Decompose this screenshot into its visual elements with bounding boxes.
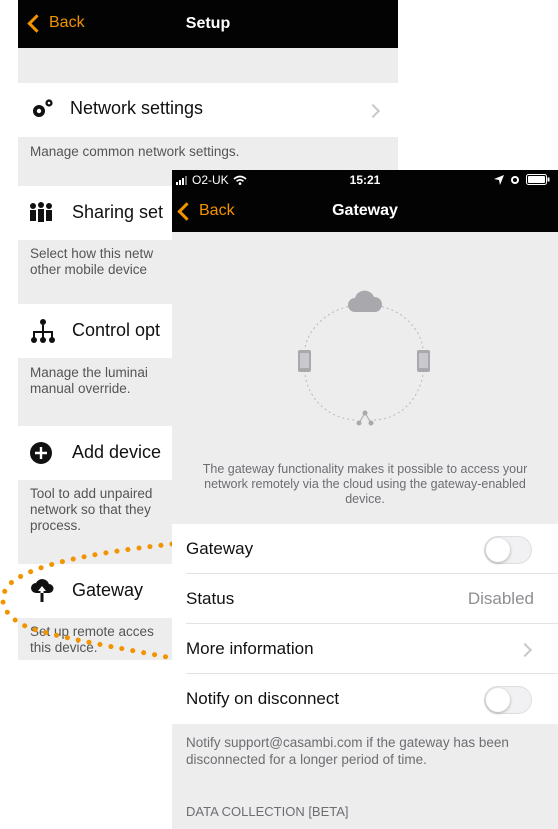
setup-item-description: Manage common network settings. bbox=[30, 144, 240, 159]
network-icon bbox=[356, 410, 374, 426]
illustration-caption: The gateway functionality makes it possi… bbox=[202, 462, 528, 506]
status-label: Status bbox=[186, 589, 235, 608]
status-value: Disabled bbox=[467, 589, 534, 608]
location-arrow-icon bbox=[494, 174, 504, 185]
toggle-knob bbox=[486, 538, 510, 562]
gateway-toggle[interactable] bbox=[484, 536, 532, 564]
status-bar: O2-UK 15:21 bbox=[172, 170, 558, 190]
callout-dotted-line bbox=[0, 541, 175, 661]
status-row: Status Disabled bbox=[172, 574, 558, 624]
plus-circle-icon bbox=[30, 442, 52, 464]
setup-item-label: Network settings bbox=[70, 98, 204, 118]
page-title: Setup bbox=[185, 15, 231, 32]
setup-item-description: Manage the luminai manual override. bbox=[30, 365, 148, 396]
cloud-icon bbox=[348, 290, 383, 312]
setup-navbar: Back Setup bbox=[18, 0, 398, 48]
setup-item-label: Sharing set bbox=[72, 202, 164, 222]
gateway-label: Gateway bbox=[186, 539, 254, 558]
notify-description: Notify support@casambi.com if the gatewa… bbox=[186, 735, 509, 767]
section-header: DATA COLLECTION [BETA] bbox=[186, 804, 349, 819]
chevron-right-icon bbox=[365, 103, 381, 119]
toggle-knob bbox=[486, 688, 510, 712]
phone-right-icon bbox=[417, 350, 430, 372]
phone-left-icon bbox=[298, 350, 311, 372]
alarm-icon bbox=[511, 176, 519, 184]
notify-toggle-row: Notify on disconnect bbox=[172, 674, 558, 724]
gateway-screen: O2-UK 15:21 Back Gateway The gateway fun… bbox=[172, 170, 558, 829]
notify-label: Notify on disconnect bbox=[186, 689, 340, 708]
notify-toggle[interactable] bbox=[484, 686, 532, 714]
more-information-row[interactable]: More information bbox=[172, 624, 558, 674]
chevron-right-icon bbox=[517, 642, 533, 658]
page-title: Gateway bbox=[332, 202, 398, 219]
gateway-toggle-row: Gateway bbox=[172, 524, 558, 574]
setup-item-label: Add device bbox=[72, 442, 162, 462]
hierarchy-icon bbox=[31, 319, 55, 343]
users-icon bbox=[30, 202, 52, 222]
gateway-illustration bbox=[298, 290, 430, 426]
setup-item-description: Select how this netw other mobile device bbox=[30, 246, 154, 277]
setup-item-network-settings[interactable]: Network settings bbox=[18, 83, 398, 137]
battery-icon bbox=[526, 174, 550, 185]
gateway-navbar: Back Gateway bbox=[172, 190, 558, 232]
more-information-label: More information bbox=[186, 639, 314, 658]
setup-item-label: Control opt bbox=[72, 320, 161, 340]
gear-icon bbox=[33, 99, 53, 117]
